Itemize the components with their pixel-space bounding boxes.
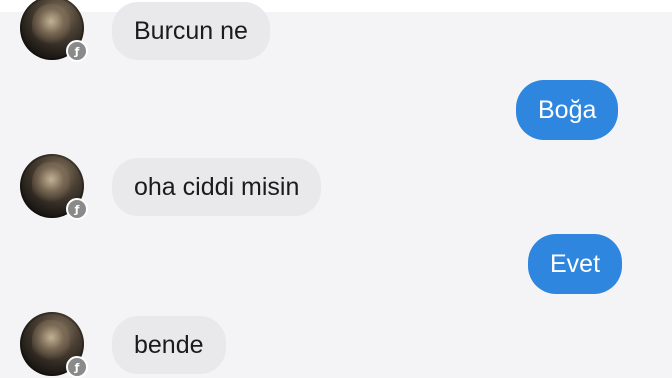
messenger-badge-icon: ƒ [66, 198, 88, 220]
contact-avatar[interactable]: ƒ [20, 0, 88, 62]
avatar-photo [32, 162, 70, 206]
chat-thread[interactable]: ƒ Burcun ne Boğa ƒ oha ciddi misin Evet … [0, 0, 672, 378]
message-bubble-incoming[interactable]: oha ciddi misin [112, 158, 322, 216]
message-bubble-incoming[interactable]: bende [112, 316, 226, 374]
avatar-photo [32, 320, 70, 364]
contact-avatar[interactable]: ƒ [20, 154, 88, 220]
messenger-badge-icon: ƒ [66, 356, 88, 378]
messenger-badge-icon: ƒ [66, 40, 88, 62]
avatar-photo [32, 4, 70, 48]
message-bubble-outgoing[interactable]: Evet [528, 234, 623, 294]
contact-avatar[interactable]: ƒ [20, 312, 88, 378]
message-bubble-outgoing[interactable]: Boğa [516, 80, 619, 140]
message-bubble-incoming[interactable]: Burcun ne [112, 2, 270, 60]
